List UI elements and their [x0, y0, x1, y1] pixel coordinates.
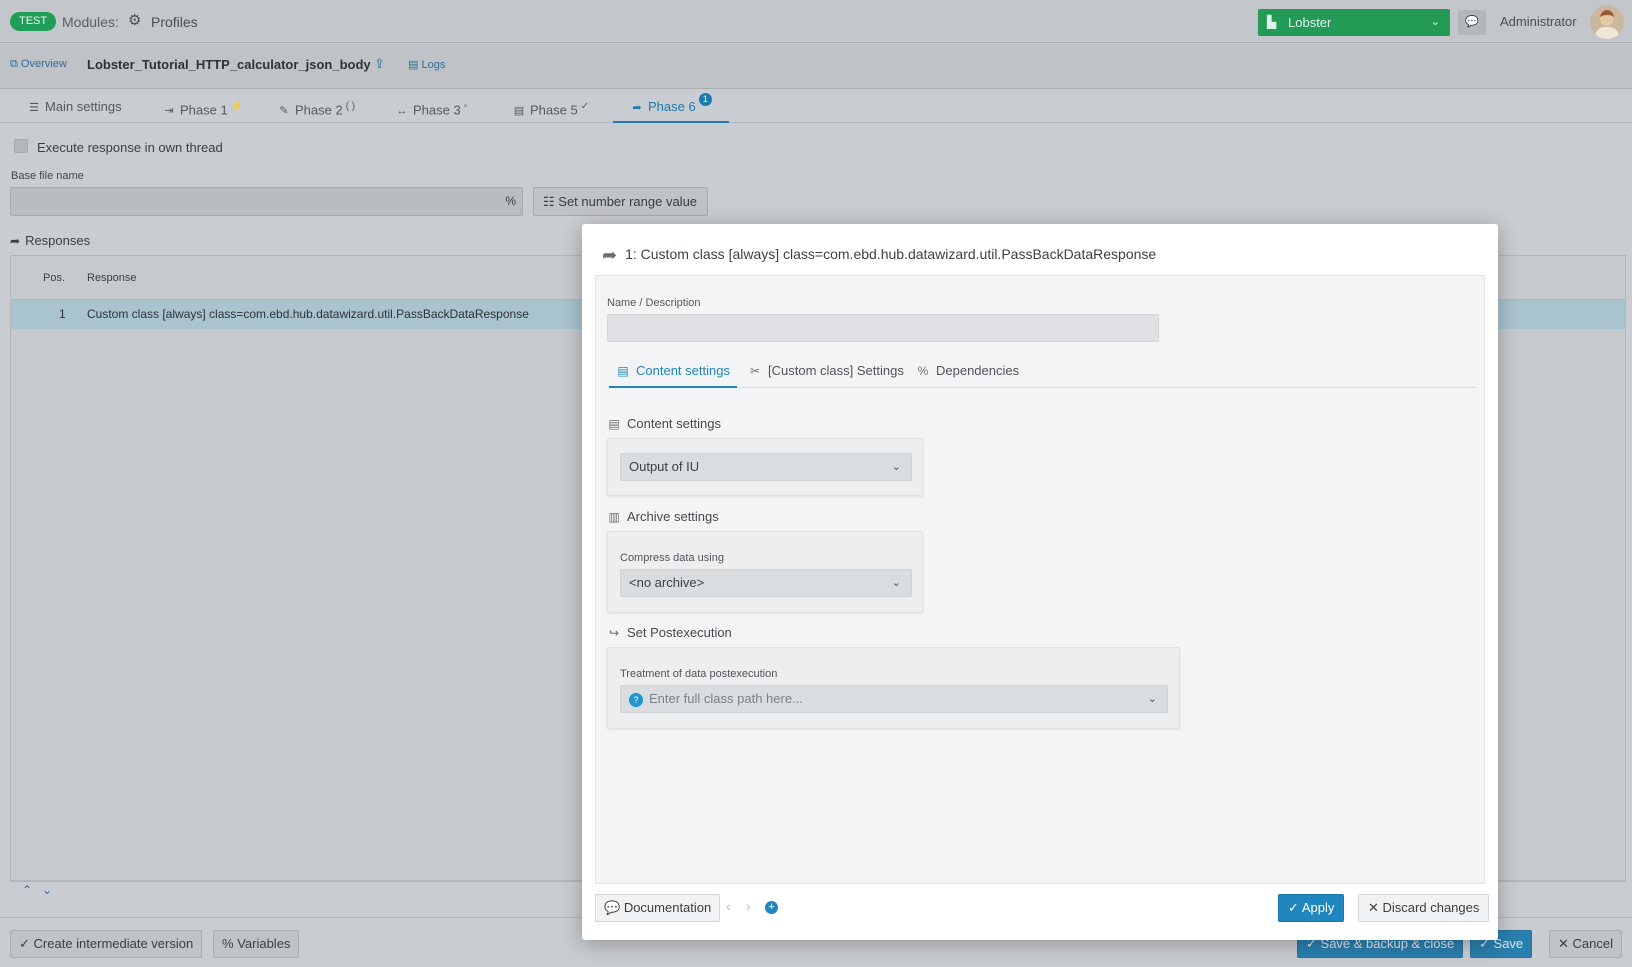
row-pos: 1 [59, 307, 66, 321]
column-header-response[interactable]: Response [87, 272, 137, 284]
class-path-input[interactable]: ? Enter full class path here... ⌄ [620, 685, 1168, 713]
plus-circle-icon[interactable]: + [765, 901, 778, 914]
top-bar: TEST Modules: ⚙ Profiles ▙ Lobster ⌄ 💬 A… [0, 0, 1632, 43]
chevron-right-icon[interactable]: › [746, 898, 751, 914]
dialog-body: Name / Description ▤ Content settings ✂ [C… [595, 275, 1485, 884]
variables-button[interactable]: % Variables [213, 930, 300, 958]
postexecution-card: Treatment of data postexecution ? Enter f… [607, 647, 1180, 729]
phase-tabs: ☰ Main settings ⇥ Phase 1 ⚡ ✎ Phase 2( ) ↔ Ph… [0, 90, 1632, 123]
phase-6-count-badge: 1 [698, 93, 712, 106]
modules-current[interactable]: Profiles [151, 14, 198, 30]
execute-thread-label: Execute response in own thread [37, 140, 223, 155]
archive-settings-title: ▥ Archive settings [608, 509, 719, 524]
archive-settings-card: Compress data using <no archive> ⌄ [607, 531, 923, 613]
square-icon: ▫ [463, 101, 468, 112]
apply-button[interactable]: ✓ Apply [1278, 894, 1345, 922]
tab-dependencies[interactable]: % Dependencies [916, 354, 1019, 388]
base-file-input[interactable]: % [10, 187, 523, 216]
name-description-input[interactable] [607, 314, 1159, 342]
postexecution-title: ↪ Set Postexecution [608, 625, 732, 640]
close-icon: ✕ [1558, 936, 1569, 951]
chevron-down-icon: ⌄ [1147, 693, 1157, 705]
percent-icon: % [222, 936, 234, 951]
tab-main-settings[interactable]: ☰ Main settings [27, 90, 122, 123]
file-code-icon: ▤ [608, 417, 620, 431]
tab-content-settings[interactable]: ▤ Content settings [609, 354, 737, 388]
compress-label: Compress data using [620, 552, 724, 564]
name-description-label: Name / Description [607, 297, 701, 309]
profile-bar: ⧉ Overview Lobster_Tutorial_HTTP_calcula… [0, 44, 1632, 89]
chevron-up-icon[interactable]: ⌃ [22, 883, 32, 897]
chevron-down-icon: ⌄ [891, 461, 901, 473]
content-source-select[interactable]: Output of IU ⌄ [620, 453, 912, 481]
environment-badge: TEST [10, 12, 57, 31]
tab-phase-6[interactable]: ➦ Phase 61 [613, 90, 729, 123]
tab-custom-class-settings[interactable]: ✂ [Custom class] Settings [748, 354, 904, 388]
dialog-tabs: ▤ Content settings ✂ [Custom class] Settin… [607, 354, 1477, 388]
share-icon: ➦ [10, 234, 21, 248]
chat-button[interactable]: 💬 [1458, 10, 1486, 35]
chevron-down-icon[interactable]: ⌄ [42, 883, 52, 897]
cancel-button[interactable]: ✕ Cancel [1549, 930, 1622, 958]
logs-link[interactable]: ▤ Logs [408, 58, 445, 71]
wrench-icon: ✂ [749, 364, 761, 378]
content-settings-card: Output of IU ⌄ [607, 438, 923, 496]
tab-phase-2[interactable]: ✎ Phase 2( ) [277, 90, 355, 123]
bolt-icon: ⚡ [230, 101, 244, 112]
check-icon: ✓ [580, 101, 590, 112]
braces-icon: ( ) [345, 101, 356, 112]
sitemap-icon: ⧉ [10, 58, 18, 70]
factory-icon: ▙ [1267, 15, 1277, 29]
responses-title: ➦ Responses [10, 233, 91, 248]
list-ol-icon: ☷ [543, 194, 555, 209]
sign-in-icon: ⇥ [164, 105, 174, 118]
column-header-pos[interactable]: Pos. [43, 272, 65, 284]
share-icon: ➦ [632, 102, 642, 114]
tab-phase-3[interactable]: ↔ Phase 3 ▫ [395, 90, 468, 123]
comment-icon: 💬 [604, 900, 621, 915]
dialog-title: ➦ 1: Custom class [always] class=com.ebd.… [602, 245, 1157, 265]
tenant-select[interactable]: ▙ Lobster ⌄ [1258, 9, 1450, 36]
modules-label: Modules: [62, 14, 119, 30]
response-editor-dialog: ➦ 1: Custom class [always] class=com.ebd.… [582, 224, 1498, 940]
check-icon: ✓ [1288, 900, 1299, 915]
discard-changes-button[interactable]: ✕ Discard changes [1358, 894, 1490, 922]
chevron-down-icon: ⌄ [1430, 16, 1440, 28]
arrows-h-icon: ↔ [396, 105, 408, 118]
treatment-label: Treatment of data postexecution [620, 668, 778, 680]
documentation-button[interactable]: 💬 Documentation [595, 894, 721, 922]
list-icon: ☰ [29, 102, 39, 114]
file-icon: ▤ [617, 364, 629, 378]
tab-phase-5[interactable]: ▤ Phase 5 ✓ [512, 90, 589, 123]
compress-select[interactable]: <no archive> ⌄ [620, 569, 912, 597]
comment-icon: ? [629, 693, 643, 707]
close-icon: ✕ [1368, 900, 1379, 915]
server-icon: ▤ [513, 105, 525, 118]
base-file-label: Base file name [11, 170, 84, 182]
edit-icon: ✎ [279, 105, 289, 118]
overview-link[interactable]: ⧉ Overview [10, 58, 67, 71]
execute-thread-checkbox[interactable] [14, 139, 28, 153]
user-name[interactable]: Administrator [1500, 14, 1577, 29]
percent-icon[interactable]: % [505, 194, 516, 208]
comment-icon: 💬 [1465, 16, 1479, 28]
row-response: Custom class [always] class=com.ebd.hub.… [87, 307, 529, 321]
cog-icon: ⚙ [128, 12, 142, 29]
set-number-range-button[interactable]: ☷ Set number range value [533, 187, 708, 216]
create-intermediate-version-button[interactable]: ✓ Create intermediate version [10, 930, 203, 958]
share-icon: ➦ [602, 245, 618, 265]
sign-out-icon: ↪ [608, 626, 620, 640]
chevron-left-icon[interactable]: ‹ [726, 898, 731, 914]
content-settings-title: ▤ Content settings [608, 416, 721, 431]
percent-icon: % [917, 364, 929, 378]
check-circle-icon: ✓ [19, 936, 30, 951]
tenant-value: Lobster [1288, 15, 1332, 30]
profile-name: Lobster_Tutorial_HTTP_calculator_json_bo… [87, 57, 371, 72]
file-icon: ▤ [408, 59, 419, 71]
tab-phase-1[interactable]: ⇥ Phase 1 ⚡ [162, 90, 243, 123]
chevron-down-icon: ⌄ [891, 577, 901, 589]
export-icon[interactable]: ⇪ [374, 56, 385, 72]
archive-file-icon: ▥ [608, 510, 620, 524]
avatar[interactable] [1590, 5, 1624, 39]
